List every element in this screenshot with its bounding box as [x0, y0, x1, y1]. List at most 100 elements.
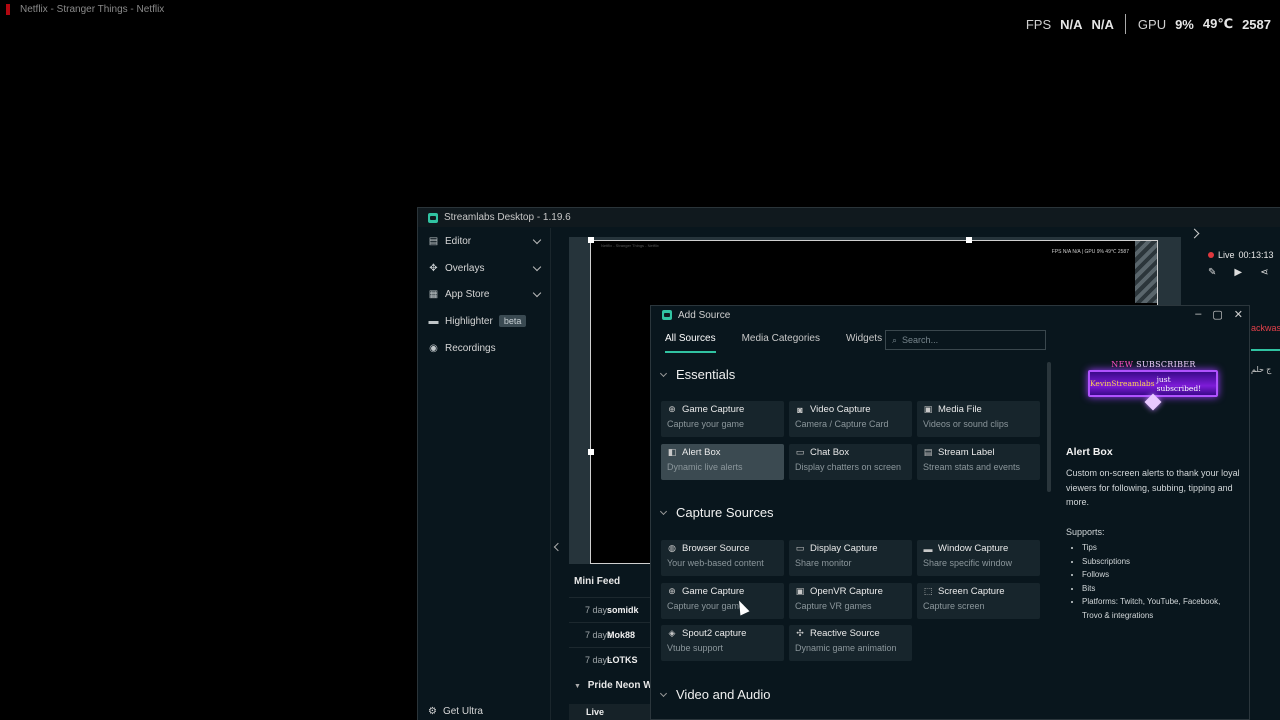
chevron-down-icon — [659, 369, 668, 377]
get-ultra-label: Get Ultra — [442, 706, 483, 717]
editor-icon: ▤ — [428, 235, 439, 247]
chevron-down-icon[interactable] — [532, 262, 542, 271]
feed-row-time: 7 days — [585, 629, 612, 640]
card-subtitle: Capture your game — [667, 601, 745, 611]
card-title: Game Capture — [682, 404, 745, 415]
monitor-icon: ▭ — [795, 543, 805, 553]
tab-media-categories[interactable]: Media Categories — [742, 333, 820, 353]
sources-scrollbar[interactable] — [1047, 362, 1051, 492]
source-card-browser-source[interactable]: ◍ Browser Source Your web-based content — [661, 540, 784, 576]
sidebar-item-app-store[interactable]: ▦ App Store — [418, 281, 550, 308]
sidebar-item-recordings[interactable]: ◉ Recordings — [418, 335, 550, 362]
source-card-chat-box[interactable]: ▭ Chat Box Display chatters on screen — [789, 444, 912, 480]
chevron-down-icon — [659, 689, 668, 697]
card-subtitle: Vtube support — [667, 643, 724, 653]
chevron-down-icon[interactable] — [532, 289, 542, 298]
vr-icon: ▣ — [795, 586, 805, 596]
sidebar-item-highlighter[interactable]: ▬ Highlighter beta — [418, 308, 550, 335]
mini-feed-title: Mini Feed — [574, 576, 621, 587]
scene-live-item[interactable]: Live — [569, 704, 653, 720]
chevron-left-icon[interactable] — [553, 542, 563, 552]
card-subtitle: Capture VR games — [795, 601, 872, 611]
edit-icon[interactable]: ✎ — [1208, 267, 1216, 278]
source-tabs: All Sources Media Categories Widgets — [665, 333, 908, 353]
card-subtitle: Camera / Capture Card — [795, 419, 889, 429]
video-camera-icon[interactable]: ▶ — [1234, 267, 1242, 278]
source-card-spout2-capture[interactable]: ◈ Spout2 capture Vtube support — [661, 625, 784, 661]
dialog-title: Add Source — [678, 309, 731, 321]
gpu-clock: 2587 — [1242, 16, 1271, 32]
card-subtitle: Share monitor — [795, 558, 852, 568]
section-capture-sources[interactable]: Capture Sources — [659, 505, 774, 520]
card-title: OpenVR Capture — [810, 586, 883, 597]
scene-collection-row[interactable]: ▼ Pride Neon Wi — [574, 680, 655, 691]
source-card-screen-capture[interactable]: ⬚ Screen Capture Capture screen — [917, 583, 1040, 619]
chat-icon: ▭ — [795, 447, 805, 457]
resize-handle-top-middle[interactable] — [966, 237, 972, 243]
minimize-icon[interactable]: – — [1195, 308, 1201, 321]
section-title: Capture Sources — [676, 505, 774, 520]
get-ultra-button[interactable]: ⚙ Get Ultra — [428, 706, 483, 717]
close-icon[interactable]: ✕ — [1234, 308, 1243, 321]
caret-down-icon: ▼ — [574, 683, 581, 690]
gpu-label: GPU — [1137, 16, 1167, 32]
source-card-stream-label[interactable]: ▤ Stream Label Stream stats and events — [917, 444, 1040, 480]
live-status: Live 00:13:13 — [1208, 250, 1274, 260]
maximize-icon[interactable]: ▢ — [1212, 308, 1222, 321]
source-card-video-capture[interactable]: ◙ Video Capture Camera / Capture Card — [789, 401, 912, 437]
card-title: Game Capture — [682, 586, 745, 597]
feed-row[interactable]: 7 days LOTKS — [569, 647, 651, 671]
dialog-titlebar[interactable]: Add Source — [651, 306, 1249, 324]
source-card-reactive-source[interactable]: ✣ Reactive Source Dynamic game animation — [789, 625, 912, 661]
search-input[interactable]: ⌕ Search... — [885, 330, 1046, 350]
source-card-display-capture[interactable]: ▭ Display Capture Share monitor — [789, 540, 912, 576]
card-subtitle: Dynamic live alerts — [667, 462, 743, 472]
resize-handle-top-left[interactable] — [588, 237, 594, 243]
ultra-icon: ⚙ — [428, 706, 437, 717]
card-subtitle: Stream stats and events — [923, 462, 1021, 472]
preview-mini-perf: FPS N/A N/A | GPU 9% 49℃ 2587 — [1051, 249, 1129, 255]
alert-box-icon: ◧ — [667, 447, 677, 457]
gamepad-icon: ⊕ — [668, 586, 676, 596]
share-icon[interactable]: ⋖ — [1260, 267, 1268, 278]
source-card-window-capture[interactable]: ▬ Window Capture Share specific window — [917, 540, 1040, 576]
chevron-right-icon[interactable] — [1189, 228, 1200, 239]
chevron-down-icon[interactable] — [532, 235, 542, 245]
source-card-game-capture-2[interactable]: ⊕ Game Capture Capture your game — [661, 583, 784, 619]
banner-title-text: SUBSCRIBER — [1136, 360, 1196, 369]
sidebar-item-editor[interactable]: ▤ Editor — [418, 228, 550, 255]
section-title: Essentials — [676, 367, 736, 382]
section-video-and-audio[interactable]: Video and Audio — [659, 687, 770, 702]
sidebar-item-label: Recordings — [445, 342, 496, 354]
card-title: Spout2 capture — [682, 628, 747, 639]
sidebar-item-label: App Store — [445, 289, 490, 301]
scene-name: Pride Neon Wi — [587, 680, 656, 691]
tab-widgets[interactable]: Widgets — [846, 333, 882, 353]
resize-handle-middle-left[interactable] — [588, 449, 594, 455]
supports-item: Tips — [1082, 541, 1232, 555]
source-card-media-file[interactable]: ▣ Media File Videos or sound clips — [917, 401, 1040, 437]
section-essentials[interactable]: Essentials — [659, 367, 736, 382]
beta-badge: beta — [498, 315, 527, 328]
feed-row[interactable]: 7 days Mok88 — [569, 622, 651, 646]
supports-label: Supports: — [1066, 527, 1105, 537]
fps-value-1: N/A — [1060, 16, 1083, 32]
supports-item: Platforms: Twitch, YouTube, Facebook, Tr… — [1082, 595, 1232, 622]
preview-scroll-stripe — [1135, 241, 1157, 303]
perf-divider — [1124, 14, 1126, 34]
live-timer: 00:13:13 — [1238, 250, 1274, 260]
feed-row[interactable]: 7 days somidk — [569, 597, 651, 621]
streamlabs-titlebar[interactable]: Streamlabs Desktop - 1.19.6 — [418, 208, 1280, 227]
gamepad-icon: ⊕ — [668, 404, 676, 414]
card-title: Reactive Source — [810, 628, 880, 639]
tab-all-sources[interactable]: All Sources — [665, 333, 716, 353]
sidebar-item-overlays[interactable]: ✥ Overlays — [418, 255, 550, 282]
source-card-openvr-capture[interactable]: ▣ OpenVR Capture Capture VR games — [789, 583, 912, 619]
banner-heading: NEW SUBSCRIBER — [1086, 360, 1221, 369]
card-subtitle: Capture screen — [923, 601, 985, 611]
source-card-alert-box[interactable]: ◧ Alert Box Dynamic live alerts — [661, 444, 784, 480]
card-title: Display Capture — [810, 543, 878, 554]
overlays-icon: ✥ — [429, 262, 438, 274]
source-card-game-capture[interactable]: ⊕ Game Capture Capture your game — [661, 401, 784, 437]
card-title: Chat Box — [810, 447, 850, 458]
